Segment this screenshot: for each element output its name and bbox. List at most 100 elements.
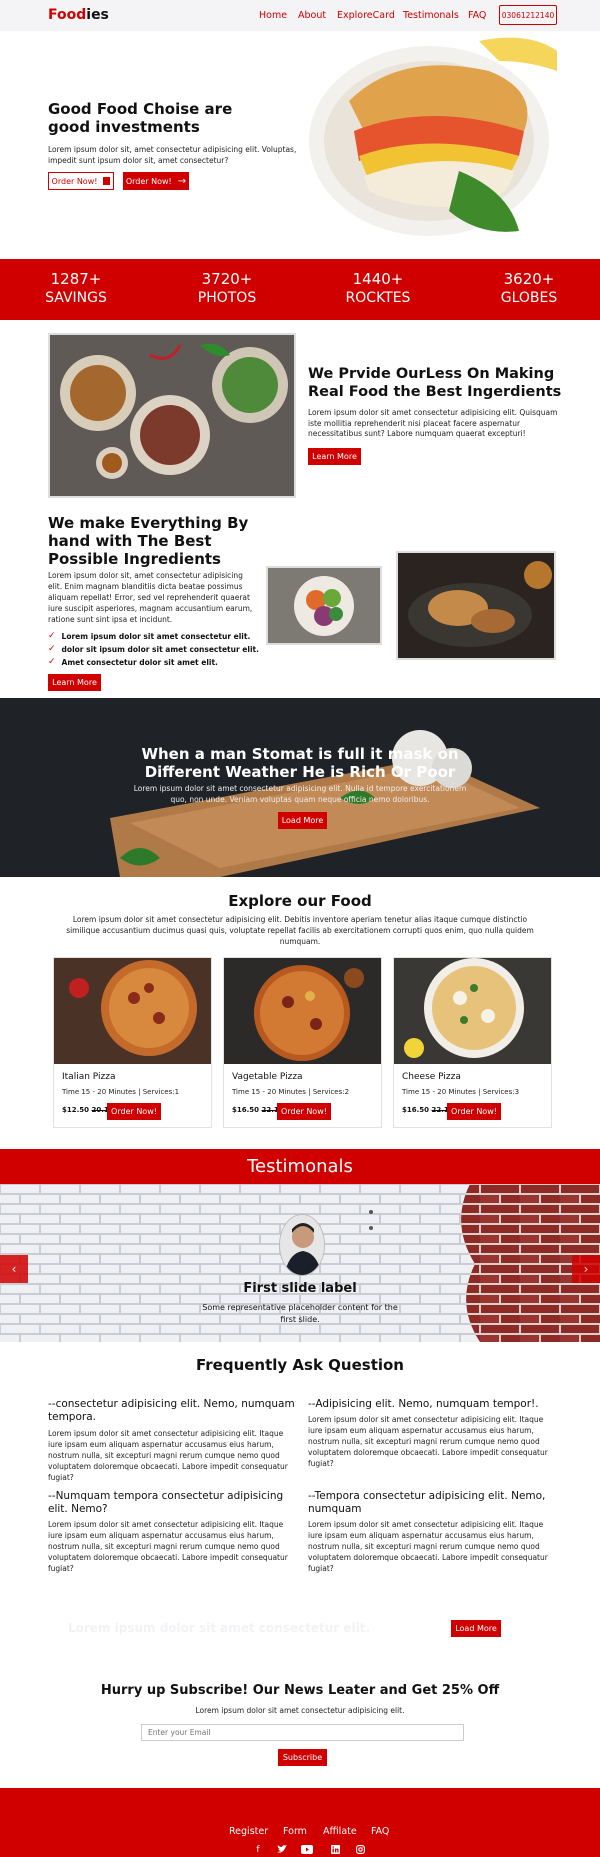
faq-load-more-button[interactable]: Load More [451, 1620, 501, 1637]
testimonials-heading: Testimonals [0, 1149, 600, 1184]
banner-title: When a man Stomat is full it mask on Dif… [141, 745, 459, 781]
footer-link-faq[interactable]: FAQ [371, 1826, 389, 1837]
subscribe-text: Lorem ipsum dolor sit amet consectetur a… [195, 1706, 405, 1715]
nav-explorecard[interactable]: ExploreCard [337, 10, 395, 21]
faq-question: --Tempora consectetur adipisicing elit. … [308, 1490, 546, 1515]
brand-logo[interactable]: Foodies [48, 7, 109, 23]
subscribe-button[interactable]: Subscribe [278, 1749, 327, 1766]
top-navbar: Foodies Home About ExploreCard Testimona… [0, 0, 600, 31]
chevron-left-icon: ‹ [11, 1262, 17, 1276]
faq-question: --Adipisicing elit. Nemo, numquam tempor… [308, 1398, 539, 1410]
hero-text: Lorem ipsum dolor sit, amet consectetur … [48, 145, 297, 165]
stat-number: 3720+ [201, 270, 253, 288]
youtube-icon[interactable] [301, 1845, 313, 1857]
stat-label: ROCKTES [345, 290, 411, 306]
slide-label: First slide label [243, 1281, 357, 1296]
stat-number: 1287+ [50, 270, 102, 288]
email-field[interactable] [141, 1724, 464, 1741]
facebook-icon[interactable]: f [252, 1845, 264, 1857]
banner-load-more-button[interactable]: Load More [278, 812, 327, 829]
hero-sandwich-image [309, 31, 557, 241]
faq-answer: Lorem ipsum dolor sit amet consectetur a… [48, 1520, 288, 1573]
nav-testimonals[interactable]: Testimonals [403, 10, 459, 21]
instagram-icon[interactable] [354, 1845, 366, 1857]
card-price: $16.50 22.12 [402, 1106, 454, 1114]
grilled-dish-image [396, 551, 556, 660]
faq-answer: Lorem ipsum dolor sit amet consectetur a… [48, 1429, 288, 1482]
stat-savings: 1287+ SAVINGS [16, 270, 136, 306]
stat-number: 1440+ [352, 270, 404, 288]
card-title: Italian Pizza [62, 1072, 116, 1082]
learn-more-button-2[interactable]: Learn More [48, 674, 101, 691]
stat-number: 3620+ [503, 270, 555, 288]
card-meta: Time 15 - 20 Minutes | Services:3 [402, 1088, 520, 1096]
twitter-icon[interactable] [276, 1845, 288, 1857]
salad-bowl-image [266, 566, 382, 645]
brand-part-2: ies [86, 7, 109, 23]
faq-title: Frequently Ask Question [195, 1356, 404, 1374]
make-title: We make Everything By hand with The Best… [48, 514, 249, 568]
nav-home[interactable]: Home [259, 10, 287, 21]
check-icon: ✓ [48, 657, 56, 667]
cheese-pizza-image [394, 958, 551, 1064]
hero-order-button-outline[interactable]: Order Now! [48, 172, 114, 190]
phone-button[interactable]: 03061212140 [499, 5, 557, 25]
price-current: $16.50 [232, 1106, 260, 1114]
price-current: $16.50 [402, 1106, 430, 1114]
card-title: Vagetable Pizza [232, 1072, 303, 1082]
cart-icon [103, 177, 111, 185]
stat-label: PHOTOS [197, 290, 257, 306]
stat-label: SAVINGS [45, 290, 107, 306]
brand-part-1: Food [48, 7, 87, 23]
footer-link-register[interactable]: Register [229, 1826, 268, 1837]
stat-globes: 3620+ GLOBES [469, 270, 589, 306]
faq-answer: Lorem ipsum dolor sit amet consectetur a… [308, 1520, 548, 1573]
explore-text: Lorem ipsum dolor sit amet consectetur a… [66, 915, 534, 946]
stat-label: GLOBES [500, 290, 558, 306]
check-item: ✓ Amet consectetur dolor sit amet elit. [48, 657, 218, 667]
testimonial-avatar [279, 1214, 325, 1276]
footer [0, 1788, 600, 1857]
check-icon: ✓ [48, 631, 56, 641]
card-order-button[interactable]: Order Now! [107, 1103, 161, 1120]
price-current: $12.50 [62, 1106, 90, 1114]
hero-title: Good Food Choise are good investments [48, 100, 233, 136]
linkedin-icon[interactable] [329, 1845, 341, 1857]
card-order-button[interactable]: Order Now! [447, 1103, 501, 1120]
nav-about[interactable]: About [298, 10, 326, 21]
card-meta: Time 15 - 20 Minutes | Services:2 [232, 1088, 350, 1096]
card-meta: Time 15 - 20 Minutes | Services:1 [62, 1088, 180, 1096]
footer-link-affilate[interactable]: Affilate [323, 1826, 357, 1837]
food-card-italian: Italian Pizza Time 15 - 20 Minutes | Ser… [53, 957, 212, 1128]
carousel-prev-button[interactable]: ‹ [0, 1255, 28, 1283]
learn-more-button[interactable]: Learn More [308, 448, 361, 465]
arrow-right-icon: → [177, 175, 187, 187]
check-label: Amet consectetur dolor sit amet elit. [61, 657, 218, 667]
check-label: dolor sit ipsum dolor sit amet consectet… [61, 644, 259, 654]
subscribe-title: Hurry up Subscribe! Our News Leater and … [100, 1683, 500, 1698]
food-card-cheese: Cheese Pizza Time 15 - 20 Minutes | Serv… [393, 957, 552, 1128]
stat-photos: 3720+ PHOTOS [167, 270, 287, 306]
carousel-indicator[interactable] [369, 1226, 373, 1230]
card-title: Cheese Pizza [402, 1072, 461, 1082]
nav-faq[interactable]: FAQ [468, 10, 486, 21]
hero-order-button[interactable]: Order Now! → [123, 172, 189, 190]
italian-pizza-image [54, 958, 211, 1064]
stats-bar: 1287+ SAVINGS 3720+ PHOTOS 1440+ ROCKTES 36… [0, 259, 600, 320]
footer-link-form[interactable]: Form [283, 1826, 307, 1837]
chevron-right-icon: › [583, 1262, 589, 1276]
stat-rocktes: 1440+ ROCKTES [318, 270, 438, 306]
card-price: $12.50 20.12 [62, 1106, 114, 1114]
carousel-next-button[interactable]: › [572, 1255, 600, 1283]
faq-answer: Lorem ipsum dolor sit amet consectetur a… [308, 1415, 548, 1468]
food-platters-image [48, 333, 296, 498]
faded-text: Lorem ipsum dolor sit amet consectetur e… [68, 1621, 371, 1635]
check-item: ✓ Lorem ipsum dolor sit amet consectetur … [48, 631, 250, 641]
hero-order-label-1: Order Now! [51, 176, 98, 186]
hero-order-label-2: Order Now! [125, 176, 172, 186]
check-label: Lorem ipsum dolor sit amet consectetur e… [61, 631, 251, 641]
carousel-indicator[interactable] [369, 1210, 373, 1214]
provide-title: We Prvide OurLess On Making Real Food th… [308, 366, 562, 400]
card-order-button[interactable]: Order Now! [277, 1103, 331, 1120]
check-item: ✓ dolor sit ipsum dolor sit amet consecte… [48, 644, 259, 654]
